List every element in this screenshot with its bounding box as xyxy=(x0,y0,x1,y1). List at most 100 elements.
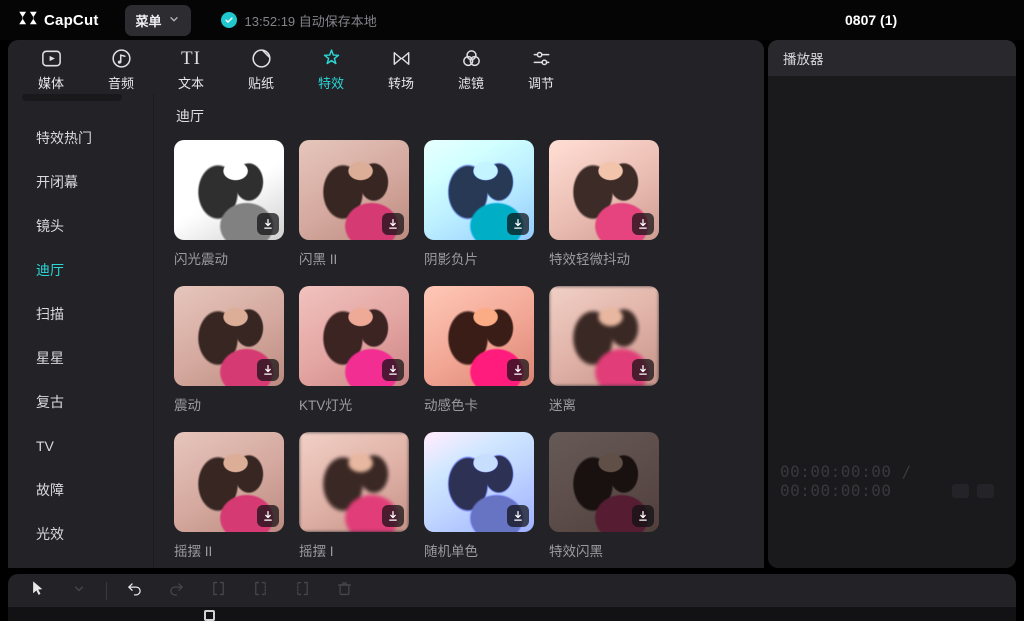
sidebar-item-镜头[interactable]: 镜头 xyxy=(8,204,153,248)
capcut-logo: CapCut xyxy=(18,10,99,31)
sidebar-item-label: 开闭幕 xyxy=(36,172,78,192)
sidebar-item-label: 迪厅 xyxy=(36,260,64,280)
player-panel: 播放器 00:00:00:00 / 00:00:00:00 xyxy=(768,40,1016,568)
effect-item[interactable]: 摇摆 II xyxy=(174,432,284,560)
select-tool-button[interactable] xyxy=(20,577,54,605)
sticker-icon xyxy=(250,46,273,70)
playhead-marker[interactable] xyxy=(204,610,215,621)
sidebar-item-扫描[interactable]: 扫描 xyxy=(8,292,153,336)
effect-thumbnail[interactable] xyxy=(549,140,659,240)
download-icon[interactable] xyxy=(382,505,404,527)
download-icon[interactable] xyxy=(632,359,654,381)
effect-name: 闪光震动 xyxy=(174,248,284,268)
sidebar-item-label: 镜头 xyxy=(36,216,64,236)
tab-label: 贴纸 xyxy=(248,73,274,92)
tab-转场[interactable]: 转场 xyxy=(366,42,436,92)
sidebar-item-label: 扫描 xyxy=(36,304,64,324)
effect-thumbnail[interactable] xyxy=(549,286,659,386)
effect-item[interactable]: 特效轻微抖动 xyxy=(549,140,659,268)
download-icon[interactable] xyxy=(507,359,529,381)
sidebar-item-光效[interactable]: 光效 xyxy=(8,512,153,556)
sidebar-item-label: 复古 xyxy=(36,392,64,412)
effect-thumbnail[interactable] xyxy=(299,286,409,386)
tab-贴纸[interactable]: 贴纸 xyxy=(226,42,296,92)
tab-label: 转场 xyxy=(388,73,414,92)
download-icon[interactable] xyxy=(257,505,279,527)
sidebar-item-开闭幕[interactable]: 开闭幕 xyxy=(8,160,153,204)
sidebar-item-故障[interactable]: 故障 xyxy=(8,468,153,512)
select-tool-dropdown[interactable] xyxy=(62,577,96,605)
download-icon[interactable] xyxy=(507,505,529,527)
effects-category-sidebar: 特效热门开闭幕镜头迪厅扫描星星复古 TV 故障光效扭曲 xyxy=(8,94,154,568)
effect-name: 闪黑 II xyxy=(299,248,409,268)
tab-媒体[interactable]: 媒体 xyxy=(16,42,86,92)
fit-ratio-icon[interactable] xyxy=(952,484,969,498)
sidebar-item-TV[interactable]: TV xyxy=(8,424,153,468)
tab-文本[interactable]: TI文本 xyxy=(156,42,226,92)
tab-特效[interactable]: 特效 xyxy=(296,42,366,92)
toolbar-divider xyxy=(106,582,107,600)
chevron-down-icon xyxy=(73,582,85,600)
effect-item[interactable]: 阴影负片 xyxy=(424,140,534,268)
download-icon[interactable] xyxy=(257,359,279,381)
effect-item[interactable]: 震动 xyxy=(174,286,284,414)
sidebar-item-扭曲[interactable]: 扭曲 xyxy=(8,556,153,568)
tab-label: 调节 xyxy=(528,73,554,92)
undo-button[interactable] xyxy=(117,577,151,605)
effect-item[interactable]: 闪光震动 xyxy=(174,140,284,268)
effect-item[interactable]: 随机单色 xyxy=(424,432,534,560)
capcut-logo-icon xyxy=(18,10,38,31)
sidebar-item-星星[interactable]: 星星 xyxy=(8,336,153,380)
timeline-strip[interactable] xyxy=(8,607,1016,621)
effect-thumbnail[interactable] xyxy=(174,140,284,240)
download-icon[interactable] xyxy=(507,213,529,235)
menu-button[interactable]: 菜单 xyxy=(125,5,191,36)
sidebar-item-迪厅[interactable]: 迪厅 xyxy=(8,248,153,292)
trim-right-icon xyxy=(293,579,312,603)
effect-thumbnail[interactable] xyxy=(549,432,659,532)
effect-thumbnail[interactable] xyxy=(299,432,409,532)
tab-音频[interactable]: 音频 xyxy=(86,42,156,92)
sidebar-item-复古[interactable]: 复古 xyxy=(8,380,153,424)
tab-调节[interactable]: 调节 xyxy=(506,42,576,92)
download-icon[interactable] xyxy=(632,505,654,527)
effect-item[interactable]: 摇摆 I xyxy=(299,432,409,560)
trim-right-button[interactable] xyxy=(285,577,319,605)
tab-label: 媒体 xyxy=(38,73,64,92)
effect-item[interactable]: 动感色卡 xyxy=(424,286,534,414)
capcut-logo-text: CapCut xyxy=(44,12,99,29)
download-icon[interactable] xyxy=(257,213,279,235)
effect-name: 特效闪黑 xyxy=(549,540,659,560)
sidebar-item-label: 故障 xyxy=(36,480,64,500)
effect-item[interactable]: KTV灯光 xyxy=(299,286,409,414)
effect-name: 迷离 xyxy=(549,394,659,414)
tabs-scrollbar[interactable] xyxy=(22,94,122,101)
effect-item[interactable]: 迷离 xyxy=(549,286,659,414)
fullscreen-icon[interactable] xyxy=(977,484,994,498)
effect-thumbnail[interactable] xyxy=(299,140,409,240)
delete-button[interactable] xyxy=(327,577,361,605)
download-icon[interactable] xyxy=(632,213,654,235)
effect-name: KTV灯光 xyxy=(299,394,409,414)
effect-name: 动感色卡 xyxy=(424,394,534,414)
redo-button[interactable] xyxy=(159,577,193,605)
effect-name: 震动 xyxy=(174,394,284,414)
download-icon[interactable] xyxy=(382,359,404,381)
effect-thumbnail[interactable] xyxy=(424,286,534,386)
effects-icon xyxy=(320,46,343,70)
menu-button-label: 菜单 xyxy=(136,11,162,30)
media-icon xyxy=(40,46,63,70)
trim-left-button[interactable] xyxy=(243,577,277,605)
effect-thumbnail[interactable] xyxy=(174,432,284,532)
effect-item[interactable]: 特效闪黑 xyxy=(549,432,659,560)
tab-滤镜[interactable]: 滤镜 xyxy=(436,42,506,92)
effect-thumbnail[interactable] xyxy=(424,140,534,240)
redo-icon xyxy=(167,579,186,603)
tab-label: 音频 xyxy=(108,73,134,92)
effect-thumbnail[interactable] xyxy=(174,286,284,386)
split-button[interactable] xyxy=(201,577,235,605)
sidebar-item-特效热门[interactable]: 特效热门 xyxy=(8,116,153,160)
download-icon[interactable] xyxy=(382,213,404,235)
effect-thumbnail[interactable] xyxy=(424,432,534,532)
effect-item[interactable]: 闪黑 II xyxy=(299,140,409,268)
